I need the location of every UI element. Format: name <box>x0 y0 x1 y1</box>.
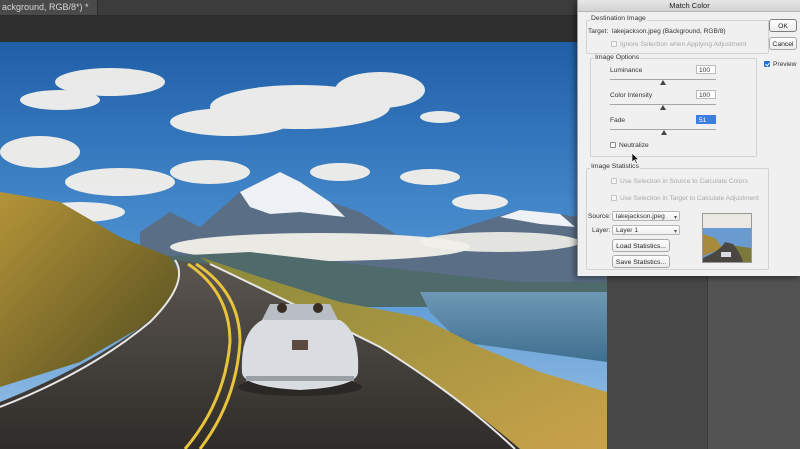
canvas-top-strip <box>0 16 607 42</box>
preview-checkbox[interactable] <box>764 61 770 67</box>
image-statistics-group-label: Image Statistics <box>590 163 640 170</box>
source-select[interactable]: lakejackson.jpeg ▾ <box>612 211 680 221</box>
chevron-down-icon: ▾ <box>673 215 677 221</box>
preview-label: Preview <box>773 61 797 68</box>
fade-label: Fade <box>610 117 626 124</box>
ok-button[interactable]: OK <box>769 19 797 32</box>
layer-select-value: Layer 1 <box>616 227 638 234</box>
fade-slider-thumb[interactable] <box>661 130 668 135</box>
destination-group-label: Destination Image <box>590 15 647 22</box>
canvas-area <box>0 16 607 449</box>
cancel-button[interactable]: Cancel <box>769 37 797 50</box>
image-options-group-label: Image Options <box>594 54 641 61</box>
use-source-selection-label: Use Selection in Source to Calculate Col… <box>620 178 748 185</box>
ignore-selection-label: Ignore Selection when Applying Adjustmen… <box>620 41 747 48</box>
neutralize-label: Neutralize <box>619 142 649 149</box>
luminance-input[interactable]: 100 <box>696 65 716 74</box>
neutralize-checkbox[interactable] <box>610 142 616 148</box>
document-photo[interactable] <box>0 42 607 449</box>
match-color-dialog: Match Color Destination Image Target: la… <box>577 0 800 276</box>
destination-group <box>586 20 769 54</box>
load-statistics-button[interactable]: Load Statistics... <box>612 239 670 252</box>
color-intensity-slider-thumb[interactable] <box>660 105 666 110</box>
color-intensity-label: Color Intensity <box>610 92 653 99</box>
source-label: Source: <box>588 213 611 220</box>
layer-label: Layer: <box>592 227 611 234</box>
panel-column <box>707 276 800 449</box>
use-target-selection-checkbox[interactable] <box>611 195 617 201</box>
luminance-label: Luminance <box>610 67 643 74</box>
use-source-selection-checkbox[interactable] <box>611 178 617 184</box>
use-target-selection-label: Use Selection in Target to Calculate Adj… <box>620 195 759 202</box>
save-statistics-button[interactable]: Save Statistics... <box>612 255 670 268</box>
color-intensity-input[interactable]: 100 <box>696 90 716 99</box>
target-value: lakejackson.jpeg (Background, RGB/8) <box>612 28 726 35</box>
dialog-title[interactable]: Match Color <box>578 0 800 12</box>
luminance-slider-thumb[interactable] <box>660 80 666 85</box>
layer-select[interactable]: Layer 1 ▾ <box>612 225 680 235</box>
target-label: Target: <box>588 28 609 35</box>
source-thumbnail <box>702 213 752 263</box>
chevron-down-icon: ▾ <box>673 229 677 235</box>
ignore-selection-checkbox[interactable] <box>611 41 617 47</box>
fade-input[interactable]: 51 <box>696 115 716 124</box>
document-tab[interactable]: ackground, RGB/8*) * <box>0 0 98 15</box>
mouse-cursor-icon <box>632 153 640 164</box>
source-select-value: lakejackson.jpeg <box>616 213 665 220</box>
